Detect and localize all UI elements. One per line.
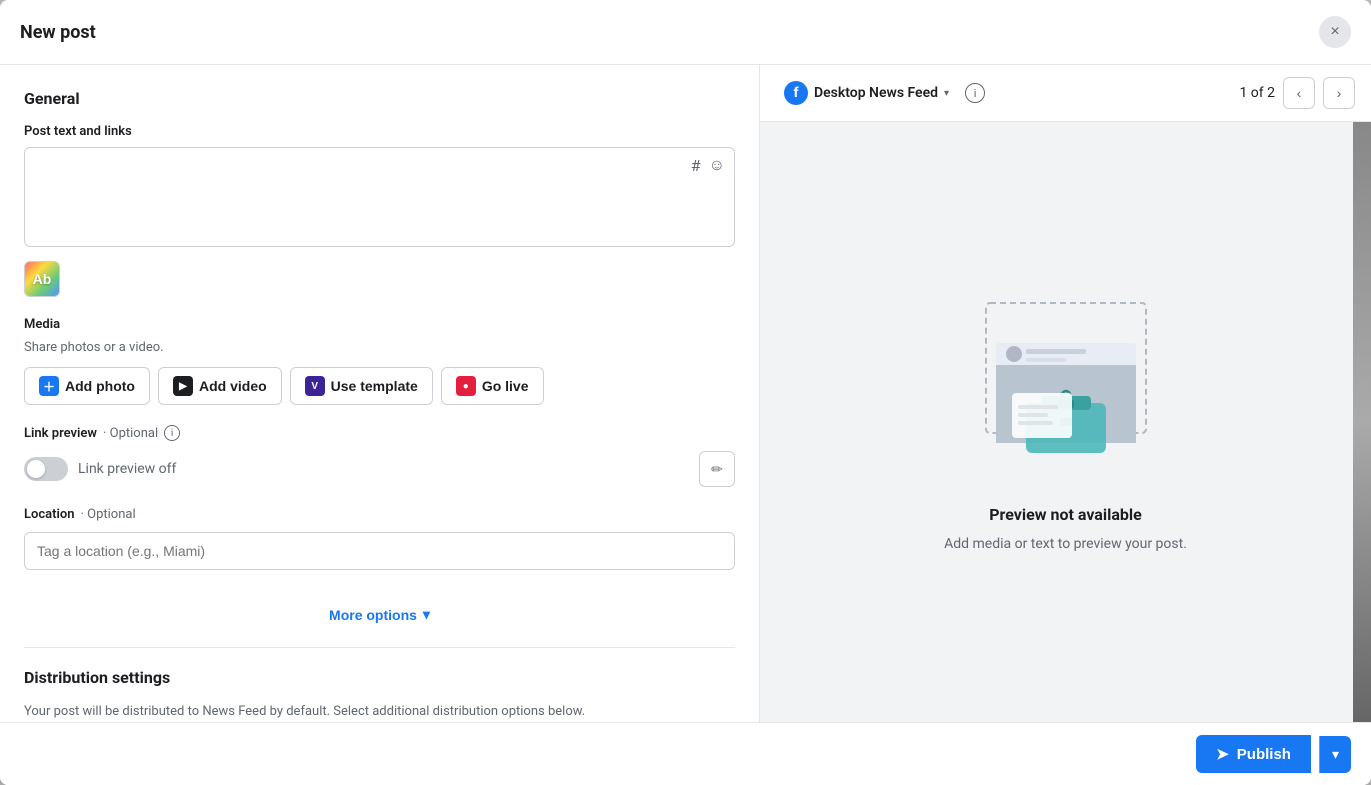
publish-icon: ➤ [1216, 745, 1229, 763]
link-preview-section: Link preview · Optional i Link preview o… [24, 425, 735, 487]
toggle-row: Link preview off [24, 457, 176, 481]
toggle-label: Link preview off [78, 461, 176, 477]
media-label: Media [24, 317, 735, 332]
add-photo-icon: ＋ [39, 376, 59, 396]
location-section: Location · Optional [24, 507, 735, 570]
go-live-label: Go live [482, 378, 529, 394]
preview-toolbar: f Desktop News Feed ▾ i 1 of 2 ‹ › [760, 65, 1371, 122]
modal-body: General Post text and links # ☺ Ab Media… [0, 65, 1371, 722]
use-template-label: Use template [331, 378, 418, 394]
placement-chevron-icon: ▾ [944, 88, 949, 99]
page-count: 1 of 2 [1239, 85, 1275, 101]
preview-pagination: 1 of 2 ‹ › [1239, 77, 1355, 109]
preview-illustration [926, 293, 1206, 493]
next-page-button[interactable]: › [1323, 77, 1355, 109]
use-template-button[interactable]: V Use template [290, 367, 433, 405]
publish-label: Publish [1237, 746, 1291, 763]
location-label: Location [24, 507, 75, 522]
link-preview-toggle[interactable] [24, 457, 68, 481]
more-options-chevron-icon: ▾ [423, 606, 430, 623]
side-decoration [1353, 122, 1371, 722]
add-video-label: Add video [199, 378, 267, 394]
link-preview-row: Link preview off ✏ [24, 451, 735, 487]
add-video-icon: ▶ [173, 376, 193, 396]
prev-icon: ‹ [1297, 85, 1302, 101]
preview-not-available: Preview not available Add media or text … [926, 293, 1206, 552]
modal-title: New post [20, 22, 96, 43]
more-options-row: More options ▾ [24, 586, 735, 627]
right-panel: f Desktop News Feed ▾ i 1 of 2 ‹ › [760, 65, 1371, 722]
link-preview-label-row: Link preview · Optional i [24, 425, 735, 441]
next-icon: › [1337, 85, 1342, 101]
side-strip-image [1353, 122, 1371, 722]
modal-header: New post × [0, 0, 1371, 65]
go-live-icon: ● [456, 376, 476, 396]
publish-button[interactable]: ➤ Publish [1196, 735, 1311, 773]
preview-content: Preview not available Add media or text … [760, 122, 1371, 722]
add-photo-button[interactable]: ＋ Add photo [24, 367, 150, 405]
preview-title: Preview not available [989, 505, 1142, 524]
link-preview-info-icon[interactable]: i [164, 425, 180, 441]
section-divider [24, 647, 735, 648]
link-preview-edit-button[interactable]: ✏ [699, 451, 735, 487]
post-text-input[interactable] [24, 147, 735, 247]
placement-name: Desktop News Feed [814, 85, 938, 101]
color-font-button[interactable]: Ab [24, 261, 60, 297]
publish-dropdown-icon: ▾ [1332, 746, 1339, 762]
distribution-section: Distribution settings Your post will be … [24, 668, 735, 721]
edit-icon: ✏ [711, 461, 723, 478]
post-text-label: Post text and links [24, 124, 735, 139]
distribution-title: Distribution settings [24, 668, 735, 687]
modal-footer: ➤ Publish ▾ [0, 722, 1371, 785]
preview-info-icon[interactable]: i [965, 83, 985, 103]
close-button[interactable]: × [1319, 16, 1351, 48]
use-template-icon: V [305, 376, 325, 396]
facebook-icon: f [784, 81, 808, 105]
add-video-button[interactable]: ▶ Add video [158, 367, 282, 405]
media-buttons: ＋ Add photo ▶ Add video V Use template ●… [24, 367, 735, 405]
link-preview-label: Link preview [24, 426, 97, 441]
new-post-modal: New post × General Post text and links #… [0, 0, 1371, 785]
go-live-button[interactable]: ● Go live [441, 367, 544, 405]
prev-page-button[interactable]: ‹ [1283, 77, 1315, 109]
add-photo-label: Add photo [65, 378, 135, 394]
location-label-row: Location · Optional [24, 507, 735, 522]
close-icon: × [1330, 23, 1339, 41]
media-section: Media Share photos or a video. ＋ Add pho… [24, 317, 735, 405]
more-options-label: More options [329, 607, 417, 623]
post-text-wrapper: # ☺ [24, 147, 735, 251]
location-input[interactable] [24, 532, 735, 570]
location-optional: · Optional [81, 507, 136, 522]
link-preview-optional: · Optional [103, 426, 158, 441]
more-options-button[interactable]: More options ▾ [24, 606, 735, 623]
publish-dropdown-button[interactable]: ▾ [1319, 736, 1351, 773]
placement-selector[interactable]: f Desktop News Feed ▾ [776, 77, 957, 109]
left-panel: General Post text and links # ☺ Ab Media… [0, 65, 760, 722]
distribution-subtitle: Your post will be distributed to News Fe… [24, 703, 735, 721]
general-section-title: General [24, 89, 735, 108]
media-subtitle: Share photos or a video. [24, 340, 735, 355]
color-font-label: Ab [33, 271, 52, 287]
preview-subtitle: Add media or text to preview your post. [944, 536, 1187, 552]
